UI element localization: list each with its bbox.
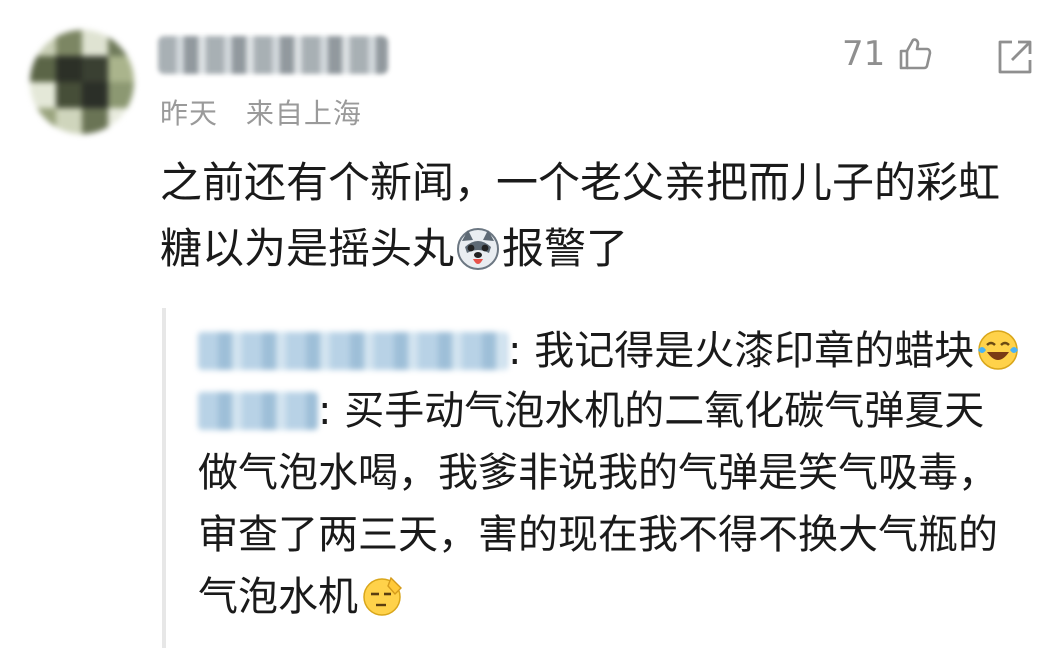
reply-item[interactable]: : 我记得是火漆印章的蜡块 xyxy=(198,320,1022,382)
reply-item[interactable]: : 买手动气泡水机的二氧化碳气弹夏天做气泡水喝，我爹非说我的气弹是笑气吸毒，审查… xyxy=(198,380,1018,628)
share-icon[interactable] xyxy=(996,38,1034,76)
thumbs-up-icon xyxy=(897,36,933,72)
like-button[interactable]: 71 xyxy=(842,34,933,74)
avatar[interactable] xyxy=(30,30,134,134)
comment-text-part2: 报警了 xyxy=(502,224,629,273)
reply-text: : 我记得是火漆印章的蜡块 xyxy=(508,328,975,374)
reply-username-blurred[interactable] xyxy=(198,392,318,430)
comment-text: 之前还有个新闻，一个老父亲把而儿子的彩虹糖以为是摇头丸 报警了 xyxy=(160,150,1040,282)
salute-emoji-icon xyxy=(360,574,404,618)
husky-emoji-icon xyxy=(456,224,500,270)
comment-time: 昨天 xyxy=(160,97,219,130)
comment-meta: 昨天 来自上海 xyxy=(160,92,362,132)
username-blurred[interactable] xyxy=(158,36,388,74)
comment-location: 来自上海 xyxy=(245,97,362,130)
like-count: 71 xyxy=(842,34,886,74)
replies-box[interactable]: : 我记得是火漆印章的蜡块 : 买手动气泡水机的二氧化碳气弹夏天做气泡水喝，我爹… xyxy=(162,308,1046,648)
reply-text: : 买手动气泡水机的二氧化碳气弹夏天做气泡水喝，我爹非说我的气弹是笑气吸毒，审查… xyxy=(198,388,998,620)
reply-username-blurred[interactable] xyxy=(198,332,508,370)
laughing-crying-emoji-icon xyxy=(976,328,1020,372)
